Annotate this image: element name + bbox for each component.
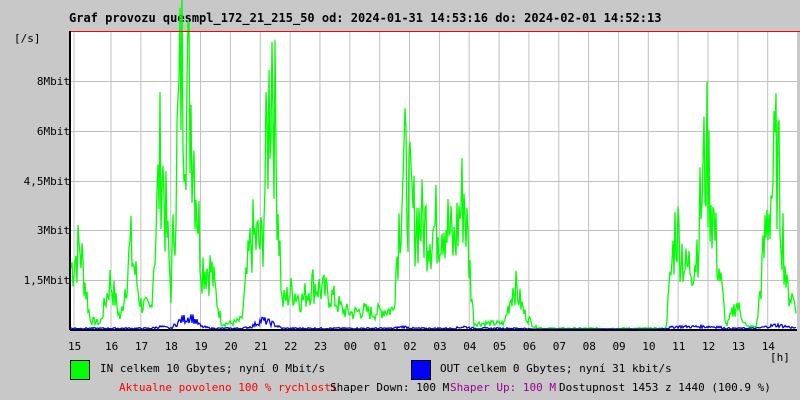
x-tick-label: 02 — [403, 340, 417, 353]
shaper-up-status: Shaper Up: 100 M — [450, 381, 556, 394]
x-tick-label: 01 — [373, 340, 387, 353]
x-tick-label: 11 — [672, 340, 686, 353]
x-tick-label: 07 — [552, 340, 566, 353]
y-tick-label: 1,5Mbit — [23, 273, 70, 287]
x-tick-label: 04 — [463, 340, 477, 353]
legend-out-label: OUT celkem 0 Gbytes; nyní 31 kbit/s — [440, 362, 672, 375]
x-tick-label: 00 — [343, 340, 358, 353]
x-tick-label: 09 — [612, 340, 626, 353]
x-tick-label: 23 — [313, 340, 328, 353]
x-tick-label: 17 — [134, 340, 149, 353]
x-tick-label: 05 — [493, 340, 507, 353]
shaper-down-status: Shaper Down: 100 M — [330, 381, 450, 394]
legend-out-swatch — [411, 360, 431, 380]
x-tick-label: 10 — [642, 340, 656, 353]
x-tick-label: 18 — [164, 340, 178, 353]
x-tick-label: 03 — [433, 340, 447, 353]
availability-status: Dostupnost 1453 z 1440 (100.9 %) — [559, 381, 771, 394]
x-tick-label: 12 — [702, 340, 716, 353]
x-tick-label: 16 — [105, 340, 119, 353]
y-tick-label: 3Mbit — [36, 223, 70, 237]
y-tick-label: 4,5Mbit — [23, 174, 70, 188]
x-tick-label: 13 — [731, 340, 746, 353]
x-tick-label: 20 — [224, 340, 238, 353]
traffic-graph: Graf provozu quesmpl_172_21_215_50 od: 2… — [0, 0, 800, 400]
legend-in-label: IN celkem 10 Gbytes; nyní 0 Mbit/s — [100, 362, 326, 375]
x-tick-label: 22 — [284, 340, 298, 353]
x-tick-label: 15 — [68, 340, 82, 353]
x-axis-unit: [h] — [770, 351, 790, 364]
x-tick-label: 19 — [194, 340, 208, 353]
y-tick-label: 6Mbit — [36, 124, 70, 138]
x-tick-label: 21 — [254, 340, 268, 353]
x-tick-label: 08 — [582, 340, 596, 353]
allowed-speed-status: Aktualne povoleno 100 % rychlosti — [119, 381, 338, 394]
legend-in-swatch — [70, 360, 90, 380]
x-tick-label: 06 — [522, 340, 537, 353]
y-tick-label: 8Mbit — [36, 74, 70, 88]
